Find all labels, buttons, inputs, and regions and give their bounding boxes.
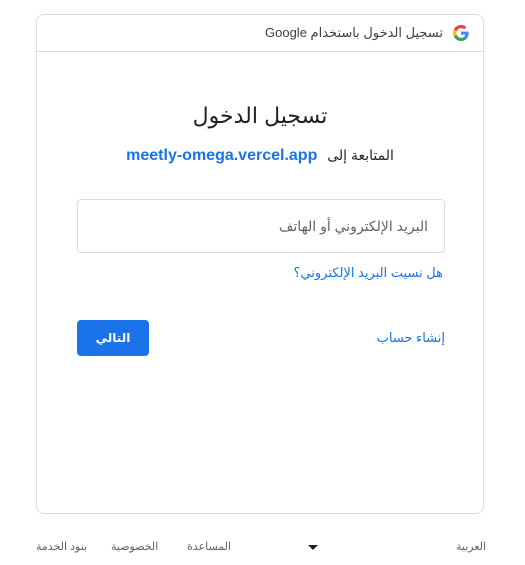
sign-in-card: تسجيل الدخول باستخدام Google تسجيل الدخو… — [36, 14, 484, 514]
email-placeholder: البريد الإلكتروني أو الهاتف — [278, 217, 428, 234]
card-header: تسجيل الدخول باستخدام Google — [37, 15, 483, 52]
help-link[interactable]: المساعدة — [187, 540, 231, 553]
create-account-link[interactable]: إنشاء حساب — [377, 330, 445, 346]
continue-to-label: المتابعة إلى — [327, 147, 394, 163]
privacy-link[interactable]: الخصوصية — [111, 540, 158, 553]
email-or-phone-field[interactable]: البريد الإلكتروني أو الهاتف — [77, 199, 445, 253]
app-name-link[interactable]: meetly-omega.vercel.app — [126, 147, 317, 164]
page-title: تسجيل الدخول — [192, 103, 328, 128]
google-logo-icon — [453, 25, 469, 41]
footer: العربية المساعدة الخصوصية بنود الخدمة — [0, 536, 525, 556]
terms-link[interactable]: بنود الخدمة — [36, 540, 87, 553]
continue-to-line: المتابعة إلى meetly-omega.vercel.app — [37, 147, 483, 165]
next-button[interactable]: التالي — [77, 320, 149, 356]
header-text: تسجيل الدخول باستخدام Google — [265, 25, 443, 40]
language-selector[interactable]: العربية — [456, 540, 486, 553]
forgot-email-link[interactable]: هل نسيت البريد الإلكتروني؟ — [294, 265, 443, 281]
chevron-down-icon[interactable] — [308, 545, 318, 550]
